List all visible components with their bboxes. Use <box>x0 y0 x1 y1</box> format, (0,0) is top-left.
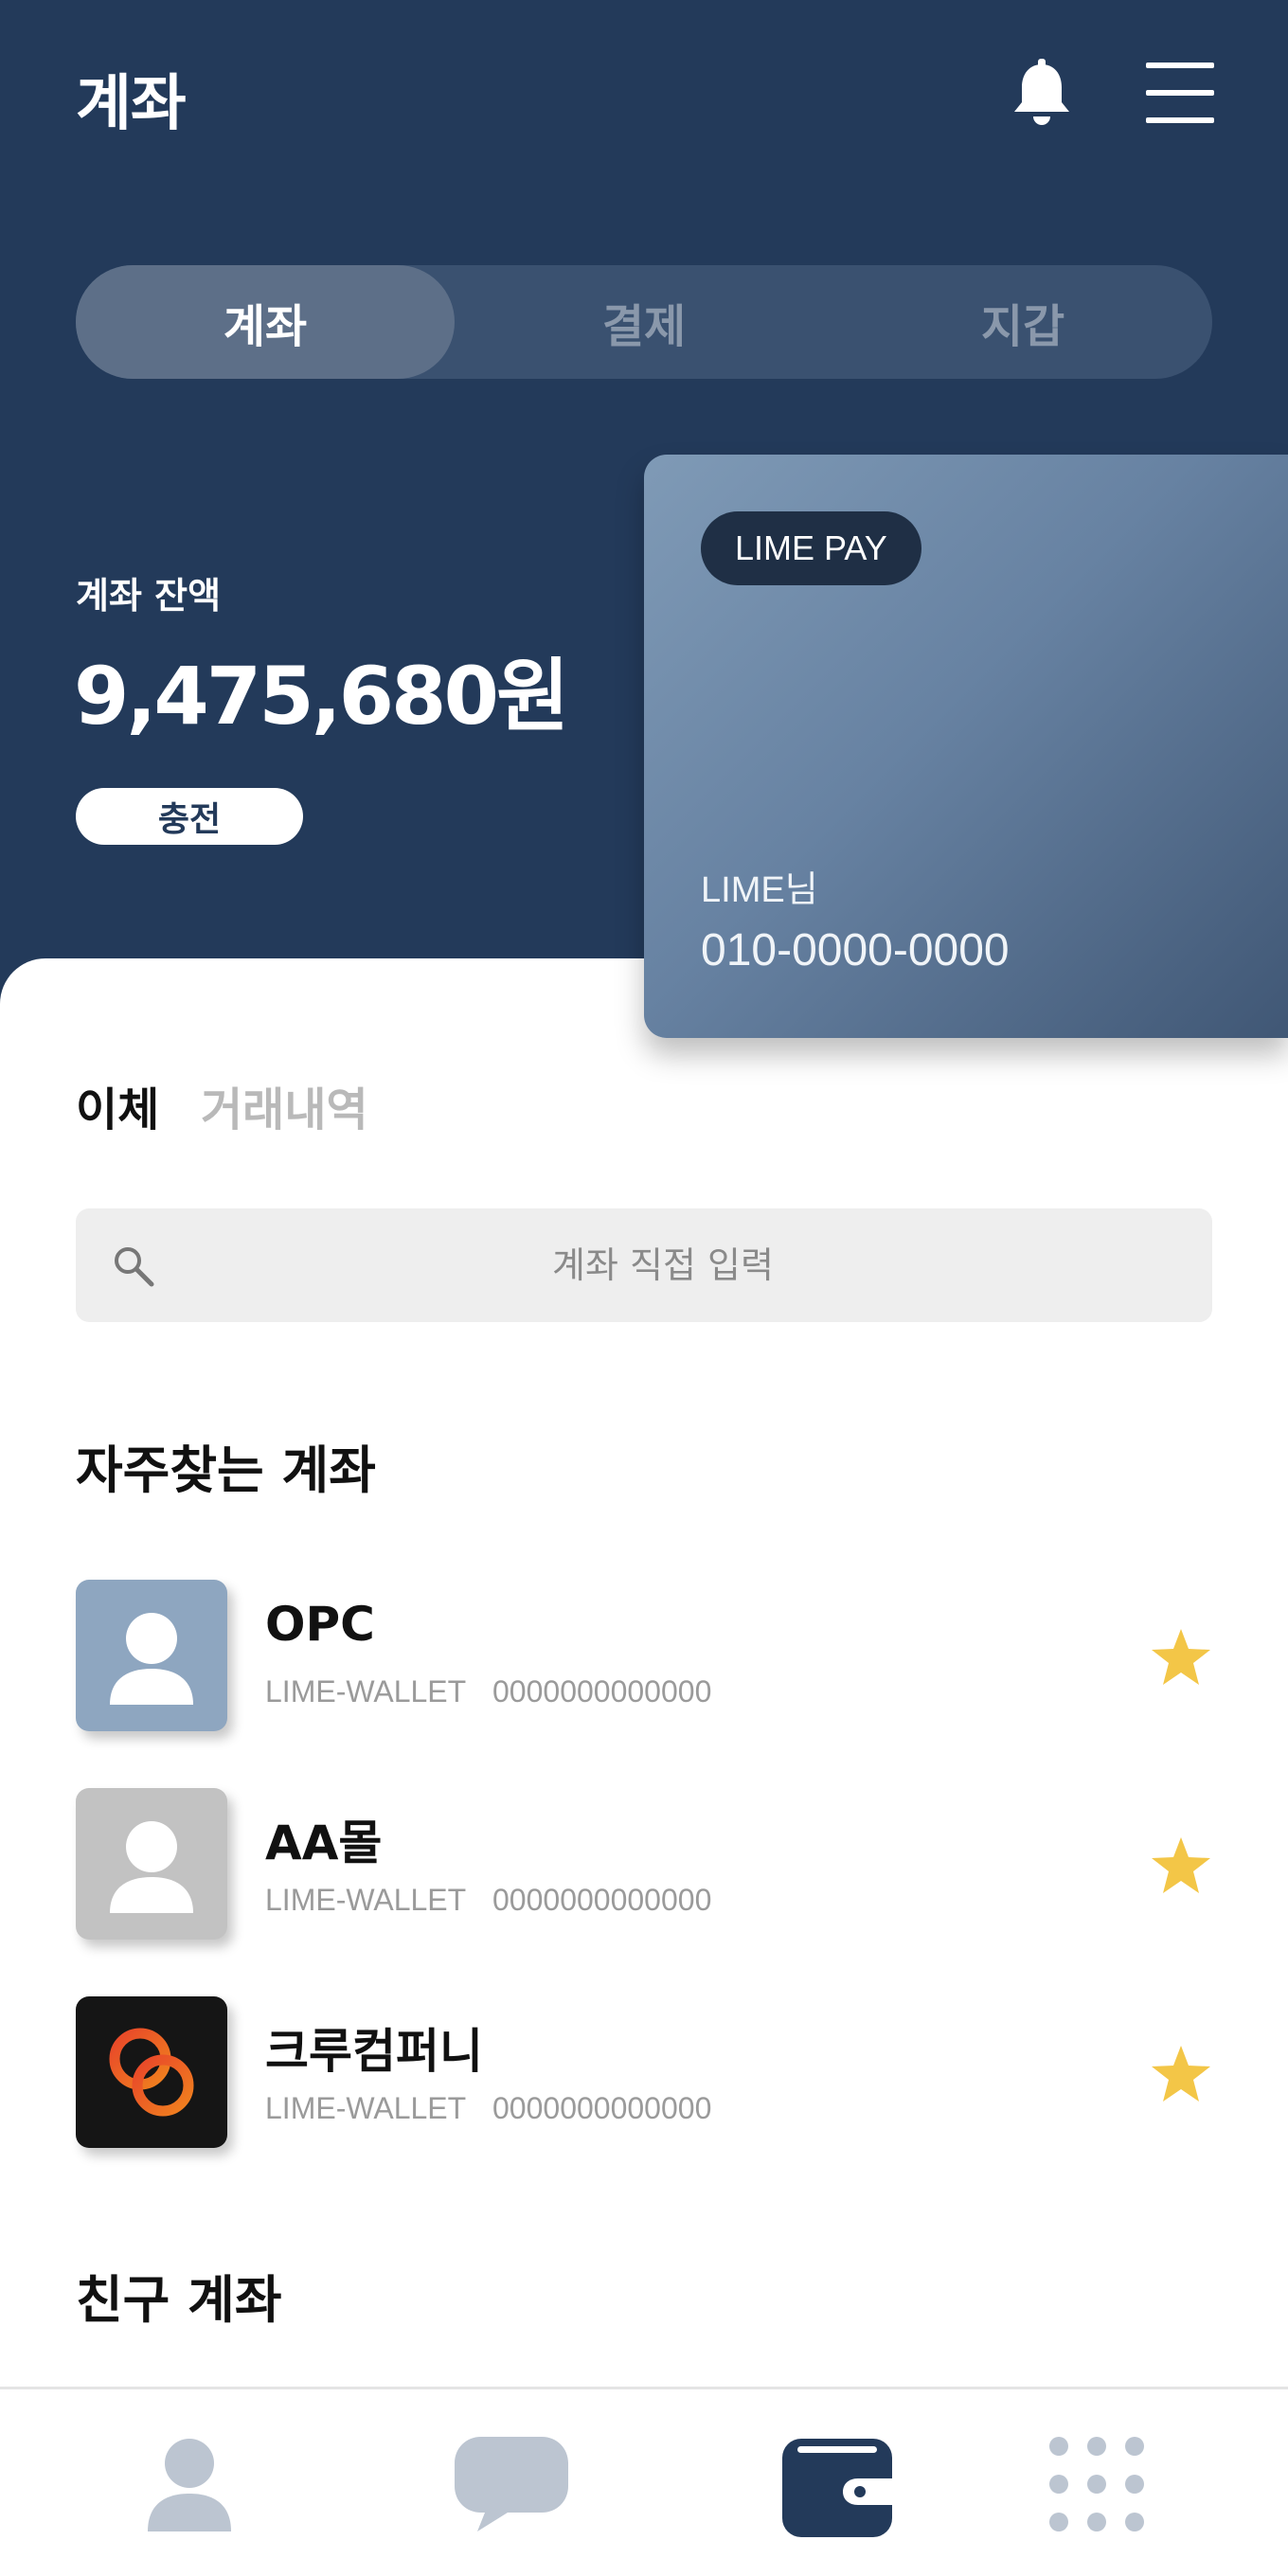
person-icon <box>76 1788 227 1940</box>
tab-account[interactable]: 계좌 <box>76 265 455 379</box>
star-icon[interactable] <box>1150 1627 1212 1688</box>
account-number: 0000000000000 <box>492 1674 712 1708</box>
chat-bubble-icon <box>455 2437 568 2531</box>
person-icon <box>148 2439 231 2531</box>
page-title: 계좌 <box>76 69 187 139</box>
favorite-account-row[interactable]: OPC LIME-WALLET 0000000000000 <box>76 1580 1212 1731</box>
star-icon[interactable] <box>1150 1835 1212 1896</box>
person-icon <box>76 1580 227 1731</box>
card-brand-badge: LIME PAY <box>701 511 921 585</box>
account-number: 0000000000000 <box>492 2091 712 2125</box>
account-bank: LIME-WALLET <box>265 2091 467 2125</box>
tab-wallet[interactable]: 지갑 <box>833 265 1212 379</box>
favorite-account-row[interactable]: AA몰 LIME-WALLET 0000000000000 <box>76 1788 1212 1940</box>
card-phone-number: 010-0000-0000 <box>701 925 1010 975</box>
nav-more[interactable] <box>1002 2389 1191 2576</box>
pay-card[interactable]: LIME PAY LIME님 010-0000-0000 <box>644 455 1288 1038</box>
account-search <box>76 1208 1212 1322</box>
account-bank: LIME-WALLET <box>265 1674 467 1708</box>
search-icon <box>112 1244 155 1288</box>
account-name: OPC <box>265 1597 375 1652</box>
search-input[interactable] <box>189 1208 1136 1322</box>
hamburger-menu-icon[interactable] <box>1146 63 1214 123</box>
linked-rings-logo <box>76 1996 227 2148</box>
nav-chat[interactable] <box>417 2389 606 2576</box>
tab-payment[interactable]: 결제 <box>455 265 833 379</box>
account-name: AA몰 <box>265 1816 383 1870</box>
balance-amount: 9,475,680원 <box>74 650 569 742</box>
bell-icon[interactable] <box>1008 59 1076 131</box>
card-holder-name: LIME님 <box>701 870 818 910</box>
tab-history[interactable]: 거래내역 <box>201 1072 368 1138</box>
charge-button[interactable]: 충전 <box>76 788 303 845</box>
favorites-title: 자주찾는 계좌 <box>76 1440 376 1500</box>
nav-profile[interactable] <box>95 2389 284 2576</box>
friends-title: 친구 계좌 <box>76 2270 282 2330</box>
account-number: 0000000000000 <box>492 1883 712 1917</box>
favorite-account-row[interactable]: 크루컴퍼니 LIME-WALLET 0000000000000 <box>76 1996 1212 2148</box>
balance-label: 계좌 잔액 <box>76 575 222 617</box>
bottom-navigation <box>0 2387 1288 2576</box>
star-icon[interactable] <box>1150 2044 1212 2104</box>
account-bank: LIME-WALLET <box>265 1883 467 1917</box>
nav-wallet[interactable] <box>742 2389 932 2576</box>
wallet-icon <box>782 2439 894 2537</box>
tab-transfer[interactable]: 이체 <box>76 1072 159 1138</box>
account-name: 크루컴퍼니 <box>265 2024 483 2079</box>
grid-dots-icon <box>1049 2437 1144 2531</box>
segment-tabs: 계좌 결제 지갑 <box>76 265 1212 379</box>
